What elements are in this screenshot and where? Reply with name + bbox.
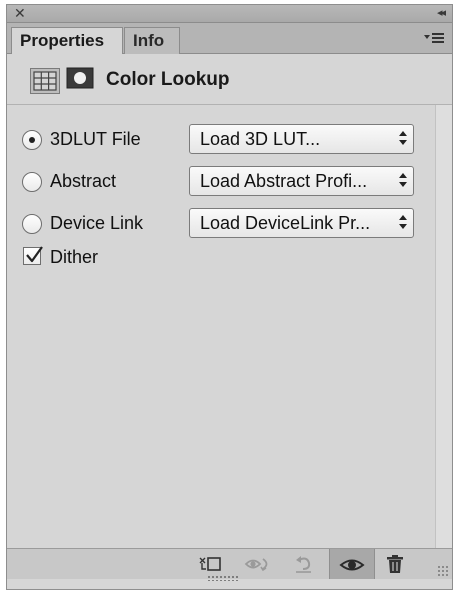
select-value: Load 3D LUT... — [200, 129, 321, 149]
radio-device-link[interactable] — [22, 214, 42, 234]
select-arrows-icon — [399, 215, 407, 231]
tab-bar: Properties Info — [7, 23, 452, 54]
grid-adjustment-icon[interactable] — [30, 68, 60, 94]
radio-3dlut-file[interactable] — [22, 130, 42, 150]
trash-icon[interactable] — [384, 554, 410, 574]
clip-to-layer-icon[interactable] — [197, 554, 223, 574]
option-row-device-link: Device Link Load DeviceLink Pr... — [7, 208, 452, 240]
vertical-scrollbar[interactable] — [435, 105, 452, 548]
layer-mask-icon[interactable] — [66, 67, 94, 89]
select-arrows-icon — [399, 131, 407, 147]
load-devicelink-select[interactable]: Load DeviceLink Pr... — [189, 208, 414, 238]
option-label: 3DLUT File — [50, 129, 141, 149]
select-arrows-icon — [399, 173, 407, 189]
select-value: Load Abstract Profi... — [200, 171, 368, 191]
adjustment-title: Color Lookup — [106, 69, 230, 90]
panel-resize-grip[interactable] — [207, 575, 239, 581]
tab-info[interactable]: Info — [124, 27, 180, 54]
option-label: Device Link — [50, 213, 144, 233]
panel-menu-icon[interactable] — [424, 31, 446, 45]
panel-titlebar[interactable]: ✕ ◂◂ — [7, 5, 452, 23]
collapse-icon[interactable]: ◂◂ — [437, 5, 446, 22]
view-previous-state-icon[interactable] — [244, 554, 270, 574]
visibility-toggle-button[interactable] — [329, 549, 375, 579]
resize-corner-grip[interactable] — [437, 565, 449, 577]
dither-label: Dither — [50, 247, 99, 267]
load-3dlut-select[interactable]: Load 3D LUT... — [189, 124, 414, 154]
option-row-3dlut: 3DLUT File Load 3D LUT... — [7, 124, 452, 156]
radio-abstract[interactable] — [22, 172, 42, 192]
checkmark-icon — [26, 246, 43, 263]
properties-content: 3DLUT File Load 3D LUT... Abstract Load … — [7, 105, 452, 589]
properties-header: Color Lookup — [7, 54, 452, 105]
tab-properties[interactable]: Properties — [11, 27, 123, 54]
properties-panel: ✕ ◂◂ Properties Info Color Lookup 3DLUT … — [6, 4, 453, 590]
reset-icon[interactable] — [291, 554, 317, 574]
load-abstract-select[interactable]: Load Abstract Profi... — [189, 166, 414, 196]
select-value: Load DeviceLink Pr... — [200, 213, 371, 233]
option-label: Abstract — [50, 171, 117, 191]
visibility-eye-icon — [339, 559, 365, 571]
dither-checkbox[interactable] — [23, 246, 43, 265]
option-row-abstract: Abstract Load Abstract Profi... — [7, 166, 452, 198]
close-icon[interactable]: ✕ — [14, 5, 26, 22]
